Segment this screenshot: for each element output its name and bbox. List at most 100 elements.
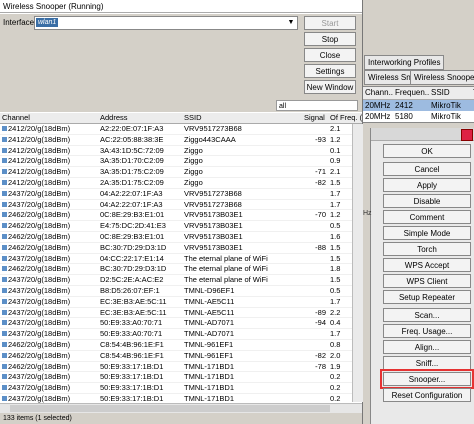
address-cell: 3A:43:1D:5C:72:09	[98, 146, 182, 156]
table-row[interactable]: 2437/20/g(18dBm) 50:E9:33:17:1B:D1 TMNL-17…	[0, 372, 352, 384]
settings-button[interactable]: Settings	[304, 64, 356, 78]
horizontal-scrollbar[interactable]	[0, 403, 362, 413]
ssid-cell-text: Ziggo	[184, 177, 203, 187]
table-row[interactable]: 2437/20/g(18dBm) 04:CC:22:17:E1:14 The ete…	[0, 254, 352, 265]
table-row[interactable]: 2437/20/g(18dBm) D2:5C:2E:A:AC:E2 The eter…	[0, 275, 352, 286]
dropdown-arrow-icon[interactable]: ▼	[286, 18, 296, 27]
cell: 2412	[395, 101, 413, 110]
table-row[interactable]: 2412/20/g(18dBm) 2A:35:D1:75:C2:09 Ziggo -8…	[0, 178, 352, 189]
freq-usage-button[interactable]: Freq. Usage...	[383, 324, 471, 338]
sniff-button[interactable]: Sniff...	[383, 356, 471, 370]
address-cell-text: 3A:35:D1:75:C2:09	[100, 167, 164, 177]
table-row[interactable]: 2412/20/g(18dBm) A2:22:0E:07:1F:A3 VRV9517…	[0, 124, 352, 135]
address-cell-text: 50:E9:33:17:1B:D1	[100, 372, 164, 382]
simple-mode-button[interactable]: Simple Mode	[383, 226, 471, 240]
setup-repeater-button[interactable]: Setup Repeater	[383, 290, 471, 304]
column-ssid[interactable]: SSID	[182, 113, 302, 123]
ssid-cell: Ziggo443CAAA	[182, 135, 302, 145]
column-channel[interactable]: Channel	[0, 113, 98, 123]
address-cell: EC:3E:B3:AE:5C:11	[98, 308, 182, 318]
address-cell: 50:E9:33:A0:70:71	[98, 329, 182, 339]
table-row[interactable]: 2412/20/g(18dBm) AC:22:05:88:38:3E Ziggo44…	[0, 135, 352, 146]
column-ssid[interactable]: SSID	[429, 87, 471, 99]
table-row[interactable]: 2437/20/g(18dBm) B8:D5:26:07:EF:1 TMNL-D96…	[0, 286, 352, 297]
table-row[interactable]: 2462/20/g(18dBm) BC:30:7D:29:D3:1D VRV9517…	[0, 243, 352, 254]
address-cell-text: C8:54:4B:96:1E:F1	[100, 339, 164, 349]
tab-interworking-profiles[interactable]: Interworking Profiles	[364, 55, 445, 70]
reset-configuration-button[interactable]: Reset Configuration	[383, 388, 471, 402]
table-row[interactable]: 2462/20/g(18dBm) E4:75:DC:2D:41:E3 VRV9517…	[0, 221, 352, 232]
apply-button[interactable]: Apply	[383, 178, 471, 192]
filter-select[interactable]: all	[276, 100, 358, 111]
ssid-cell-text: The eternal plane of WiFi	[184, 275, 268, 285]
ssid-cell: VRV95173B03E1	[182, 210, 302, 220]
column-frequency[interactable]: Frequen...	[393, 87, 429, 99]
align-button[interactable]: Align...	[383, 340, 471, 354]
table-row[interactable]: 2462/20/g(18dBm) 0C:8E:29:B3:E1:01 VRV9517…	[0, 232, 352, 243]
table-row[interactable]: 2437/20/g(18dBm) 04:A2:22:07:1F:A3 VRV9517…	[0, 189, 352, 200]
disable-button[interactable]: Disable	[383, 194, 471, 208]
new-window-button[interactable]: New Window	[304, 80, 356, 94]
channel-cell: 2462/20/g(18dBm)	[0, 232, 98, 242]
torch-button[interactable]: Torch	[383, 242, 471, 256]
freq-cell-text: 1.6	[330, 231, 341, 241]
freq-cell: 1.7	[328, 297, 352, 307]
ssid-cell: VRV95173B03E1	[182, 221, 302, 231]
table-row[interactable]: 2412/20/g(18dBm) 3A:35:D1:70:C2:09 Ziggo 0.…	[0, 156, 352, 168]
close-button[interactable]: Close	[304, 48, 356, 62]
close-icon[interactable]	[461, 129, 473, 141]
table-row[interactable]: 2412/20/g(18dBm) 3A:35:D1:75:C2:09 Ziggo -7…	[0, 167, 352, 178]
table-row[interactable]: 2462/20/g(18dBm) BC:30:7D:29:D3:1D The ete…	[0, 264, 352, 276]
freq-cell-text: 1.5	[330, 242, 341, 252]
address-cell: 0C:8E:29:B3:E1:01	[98, 232, 182, 242]
signal-cell	[302, 372, 310, 382]
stop-button[interactable]: Stop	[304, 32, 356, 46]
column-address[interactable]: Address	[98, 113, 182, 123]
window-title[interactable]: Wireless Snooper (Running)	[0, 0, 362, 13]
table-row[interactable]: 2437/20/g(18dBm) 50:E9:33:A0:70:71 TMNL-AD…	[0, 318, 352, 330]
freq-cell-text: 1.8	[330, 264, 341, 274]
signal-cell	[302, 200, 310, 210]
table-row[interactable]: 2437/20/g(18dBm) EC:3E:B3:AE:5C:11 TMNL-AE…	[0, 297, 352, 308]
column-signal[interactable]: Signal	[302, 113, 328, 123]
interface-row[interactable]: 20MHz 5180 MikroTik	[363, 111, 474, 122]
channel-cell: 2462/20/g(18dBm)	[0, 221, 98, 231]
tab-wireless-snooper[interactable]: Wireless Snooper	[410, 70, 474, 85]
wps-client-button[interactable]: WPS Client	[383, 274, 471, 288]
table-row[interactable]: 2437/20/g(18dBm) 50:E9:33:A0:70:71 TMNL-AD…	[0, 329, 352, 340]
table-row[interactable]: 2437/20/g(18dBm) EC:3E:B3:AE:5C:11 TMNL-AE…	[0, 308, 352, 319]
ssid-cell-text: VRV95173B03E1	[184, 221, 243, 231]
scan-button[interactable]: Scan...	[383, 308, 471, 322]
vertical-scrollbar[interactable]	[352, 124, 363, 402]
table-row[interactable]: 2462/20/g(18dBm) 0C:8E:29:B3:E1:01 VRV9517…	[0, 210, 352, 222]
cell: 20MHz	[365, 101, 391, 110]
column-freq[interactable]: Freq. (%	[338, 113, 362, 123]
channel-cell-text: 2437/20/g(18dBm)	[8, 307, 71, 317]
snooper-button[interactable]: Snooper...	[380, 369, 474, 389]
interface-select[interactable]: wlan1 ▼	[34, 16, 298, 30]
freq-cell-text: 1.7	[330, 188, 341, 198]
wps-accept-button[interactable]: WPS Accept	[383, 258, 471, 272]
table-row[interactable]: 2437/20/g(18dBm) 04:A2:22:07:1F:A3 VRV9517…	[0, 200, 352, 211]
table-row[interactable]: 2462/20/g(18dBm) C8:54:4B:96:1E:F1 TMNL-96…	[0, 351, 352, 362]
signal-cell	[302, 329, 310, 339]
channel-cell: 2462/20/g(18dBm)	[0, 243, 98, 253]
column-channel[interactable]: Chann...	[363, 87, 393, 99]
comment-button[interactable]: Comment	[383, 210, 471, 224]
cancel-button[interactable]: Cancel	[383, 162, 471, 176]
wifi-icon	[2, 223, 7, 229]
column-of[interactable]: Of	[328, 113, 338, 123]
wifi-icon	[2, 190, 7, 196]
ssid-cell-text: Ziggo	[184, 145, 203, 155]
scroll-thumb[interactable]	[10, 405, 330, 412]
ssid-cell: TMNL-AD7071	[182, 318, 302, 328]
table-row[interactable]: 2462/20/g(18dBm) C8:54:4B:96:1E:F1 TMNL-96…	[0, 340, 352, 351]
table-row[interactable]: 2462/20/g(18dBm) 50:E9:33:17:1B:D1 TMNL-17…	[0, 362, 352, 373]
start-button[interactable]: Start	[304, 16, 356, 30]
of-cell: -71	[310, 167, 328, 177]
ok-button[interactable]: OK	[383, 144, 471, 158]
table-row[interactable]: 2412/20/g(18dBm) 3A:43:1D:5C:72:09 Ziggo 0.…	[0, 146, 352, 157]
interface-row[interactable]: 20MHz 2412 MikroTik	[363, 100, 474, 111]
table-row[interactable]: 2437/20/g(18dBm) 50:E9:33:17:1B:D1 TMNL-17…	[0, 383, 352, 394]
address-cell-text: 2A:35:D1:75:C2:09	[100, 177, 164, 187]
